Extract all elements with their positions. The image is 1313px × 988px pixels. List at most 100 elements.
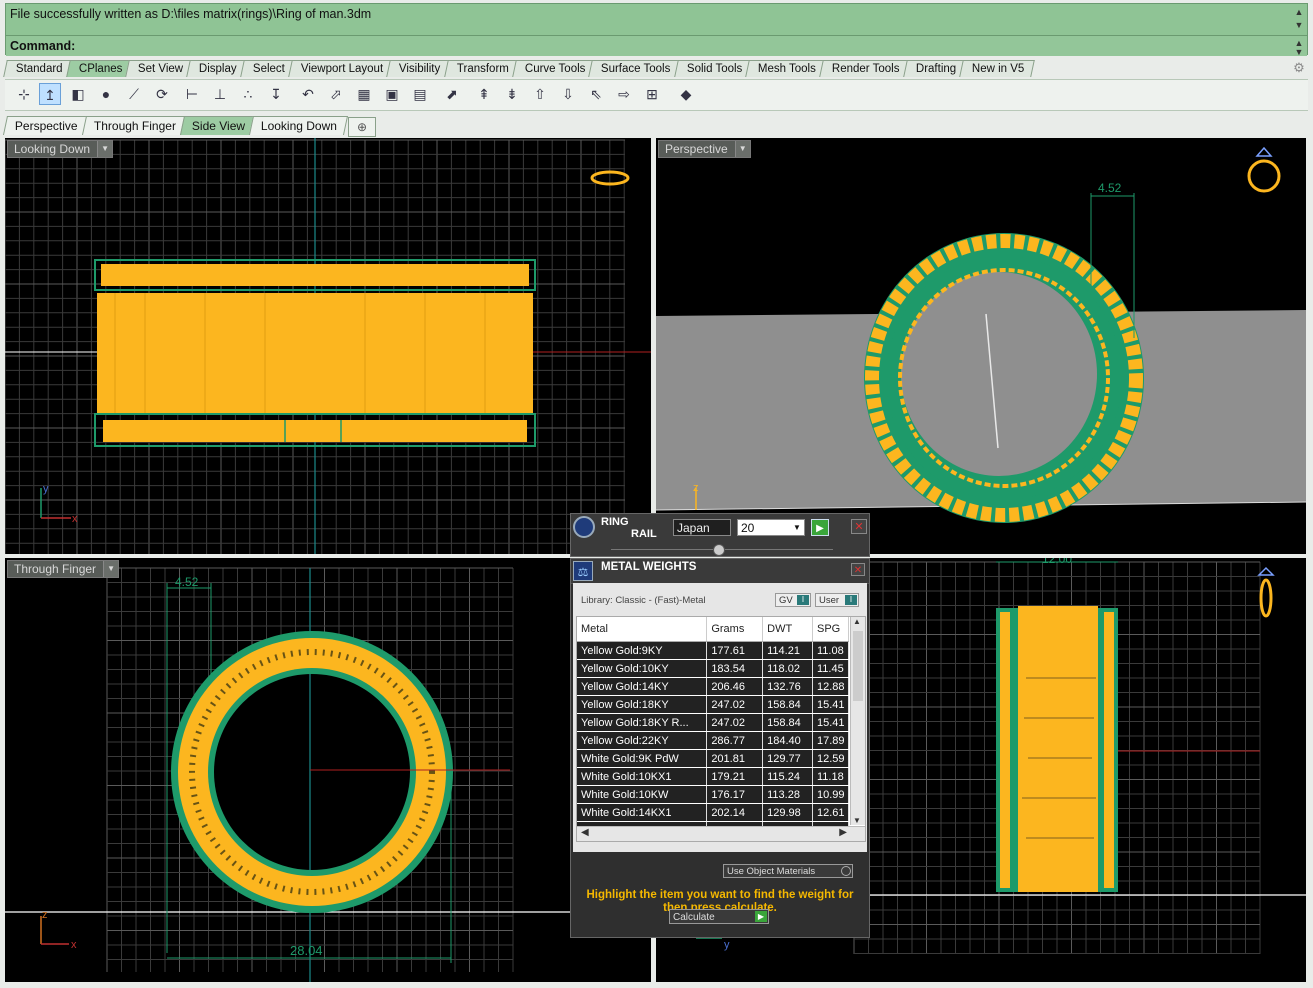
cplane-curve-icon[interactable]: ⟋	[123, 83, 145, 105]
toolbar-tab-surface-tools[interactable]: Surface Tools	[588, 60, 682, 77]
gear-icon[interactable]: ⚙	[1292, 61, 1306, 75]
set-cplane-back-icon[interactable]: ⇩	[557, 83, 579, 105]
cplane-sphere-icon[interactable]: ●	[95, 83, 117, 105]
toolbar-tab-transform[interactable]: Transform	[443, 60, 520, 77]
gv-toggle[interactable]: GV I	[775, 593, 811, 607]
set-cplane-front-icon[interactable]: ⇧	[529, 83, 551, 105]
table-row[interactable]: White Gold:10KX1 179.21 115.24 11.18	[577, 767, 849, 786]
toolbar-tab-solid-tools[interactable]: Solid Tools	[673, 60, 753, 77]
history-scroll-up-icon[interactable]: ▲	[1293, 6, 1305, 18]
viewport-tab-label: Through Finger	[93, 119, 176, 133]
toolbar-tab-new-in-v5[interactable]: New in V5	[959, 60, 1036, 77]
viewport-tab-through-finger[interactable]: Through Finger	[81, 116, 187, 135]
viewport-title-looking-down[interactable]: Looking Down ▼	[7, 140, 114, 158]
viewport-tab-side-view[interactable]: Side View	[179, 116, 256, 135]
metal-table-container[interactable]: Metal Grams DWT SPG Yellow Gold:9KY 177.61 11…	[576, 616, 866, 842]
column-header-metal[interactable]: Metal	[577, 617, 708, 642]
scroll-up-icon[interactable]: ▲	[853, 617, 861, 626]
save-cplane-icon[interactable]: ▣	[381, 83, 403, 105]
cplane-cube-icon[interactable]: ◆	[675, 83, 697, 105]
toolbar-tab-render-tools[interactable]: Render Tools	[819, 60, 911, 77]
cplane-origin-icon[interactable]: ⊹	[13, 83, 35, 105]
ring-rail-close-button[interactable]: ✕	[851, 519, 867, 534]
chevron-down-icon[interactable]: ▼	[734, 141, 750, 157]
user-toggle[interactable]: User I	[815, 593, 859, 607]
scroll-left-icon[interactable]: ◀	[581, 827, 589, 838]
table-row[interactable]: Yellow Gold:18KY R... 247.02 158.84 15.41	[577, 713, 849, 732]
table-row[interactable]: Yellow Gold:22KY 286.77 184.40 17.89	[577, 731, 849, 750]
metal-weights-close-button[interactable]: ✕	[851, 563, 865, 576]
table-vertical-scrollbar[interactable]: ▲ ▼	[850, 617, 865, 825]
scrollbar-thumb[interactable]	[853, 631, 863, 701]
toolbar-tab-cplanes[interactable]: CPlanes	[65, 60, 133, 77]
viewport-looking-down[interactable]: y x Looking Down ▼	[5, 138, 651, 554]
cplane-elevation-icon[interactable]: ↥	[39, 83, 61, 105]
viewport-title-perspective[interactable]: Perspective ▼	[658, 140, 751, 158]
command-prompt[interactable]: Command: ▲ ▼	[6, 35, 1307, 58]
set-cplane-bottom-icon[interactable]: ⇟	[501, 83, 523, 105]
viewport-tab-label: Looking Down	[260, 119, 337, 133]
toolbar-tab-mesh-tools[interactable]: Mesh Tools	[745, 60, 827, 77]
command-label: Command:	[10, 39, 76, 53]
cplane-vector-icon[interactable]: ↧	[265, 83, 287, 105]
user-toggle-label: User	[819, 595, 840, 606]
table-horizontal-scrollbar[interactable]: ◀ ▶	[577, 826, 865, 841]
set-cplane-right-icon[interactable]: ⇨	[613, 83, 635, 105]
ring-size-standard-field[interactable]: Japan	[673, 519, 731, 536]
set-cplane-top-icon[interactable]: ⇞	[473, 83, 495, 105]
command-history-area[interactable]: File successfully written as D:\files ma…	[5, 3, 1308, 58]
through-finger-canvas: 4.52 28.04 z x	[5, 567, 651, 982]
use-object-materials-checkbox[interactable]: Use Object Materials	[723, 864, 853, 878]
cplane-undo-icon[interactable]: ↶	[297, 83, 319, 105]
cplane-y-axis-icon[interactable]: ⊥	[209, 83, 231, 105]
chevron-down-icon[interactable]: ▼	[97, 141, 113, 157]
viewport-tab-perspective[interactable]: Perspective	[2, 116, 89, 135]
viewport-through-finger[interactable]: 4.52 28.04 z x Through Finger ▼	[5, 558, 651, 982]
scroll-right-icon[interactable]: ▶	[839, 827, 847, 838]
viewport-perspective[interactable]: 4.52 z Perspective ▼	[656, 138, 1306, 554]
cplane-rotate-icon[interactable]: ⟳	[151, 83, 173, 105]
cplane-object-icon[interactable]: ◧	[67, 83, 89, 105]
cplane-x-axis-icon[interactable]: ⊢	[181, 83, 203, 105]
table-cell: 12.61	[812, 803, 849, 822]
viewport-title-through-finger[interactable]: Through Finger ▼	[7, 560, 120, 578]
toolbar-tab-visibility[interactable]: Visibility	[386, 60, 452, 77]
cplane-view-icon[interactable]: ⬀	[325, 83, 347, 105]
metal-table: Metal Grams DWT SPG Yellow Gold:9KY 177.61 11…	[577, 617, 849, 840]
column-header-dwt[interactable]: DWT	[762, 617, 813, 642]
toolbar-tab-curve-tools[interactable]: Curve Tools	[511, 60, 596, 77]
table-row[interactable]: White Gold:9K PdW 201.81 129.77 12.59	[577, 749, 849, 768]
table-cell: White Gold:9K PdW	[577, 749, 708, 768]
open-folder-icon[interactable]: ▤	[409, 83, 431, 105]
chevron-down-icon[interactable]: ▼	[103, 561, 119, 577]
table-row[interactable]: Yellow Gold:9KY 177.61 114.21 11.08	[577, 641, 849, 660]
toolbar-tab-viewport-layout[interactable]: Viewport Layout	[288, 60, 395, 77]
calculate-button[interactable]: Calculate ▶	[669, 909, 769, 924]
table-row[interactable]: Yellow Gold:14KY 206.46 132.76 12.88	[577, 677, 849, 696]
column-header-spg[interactable]: SPG	[812, 617, 849, 642]
table-row[interactable]: White Gold:10KW 176.17 113.28 10.99	[577, 785, 849, 804]
ring-size-select[interactable]: 20 ▼	[737, 519, 805, 536]
toolbar-tab-standard[interactable]: Standard	[3, 60, 74, 77]
command-scroll-down-icon[interactable]: ▼	[1293, 46, 1305, 58]
table-row[interactable]: White Gold:14KX1 202.14 129.98 12.61	[577, 803, 849, 822]
toolbar-tab-display[interactable]: Display	[186, 60, 248, 77]
toolbar-tab-drafting[interactable]: Drafting	[902, 60, 967, 77]
ring-rail-slider-handle[interactable]	[713, 544, 725, 556]
set-cplane-world-icon[interactable]: ⊞	[641, 83, 663, 105]
set-cplane-left-icon[interactable]: ⇖	[585, 83, 607, 105]
column-header-grams[interactable]: Grams	[706, 617, 764, 642]
scroll-down-icon[interactable]: ▼	[853, 816, 861, 825]
cplane-grid-icon[interactable]: ▦	[353, 83, 375, 105]
chevron-down-icon[interactable]: ▼	[790, 520, 804, 535]
toolbar-tab-select[interactable]: Select	[240, 60, 296, 77]
table-row[interactable]: Yellow Gold:10KY 183.54 118.02 11.45	[577, 659, 849, 678]
cplane-3-points-icon[interactable]: ∴	[237, 83, 259, 105]
add-viewport-tab-icon[interactable]: ⊕	[348, 117, 376, 137]
ring-rail-play-button[interactable]: ▶	[811, 519, 829, 536]
toolbar-tab-set-view[interactable]: Set View	[125, 60, 195, 77]
table-row[interactable]: Yellow Gold:18KY 247.02 158.84 15.41	[577, 695, 849, 714]
history-scroll-down-icon[interactable]: ▼	[1293, 19, 1305, 31]
cplane-perspective-icon[interactable]: ⬈	[441, 83, 463, 105]
viewport-tab-looking-down[interactable]: Looking Down	[248, 116, 348, 135]
